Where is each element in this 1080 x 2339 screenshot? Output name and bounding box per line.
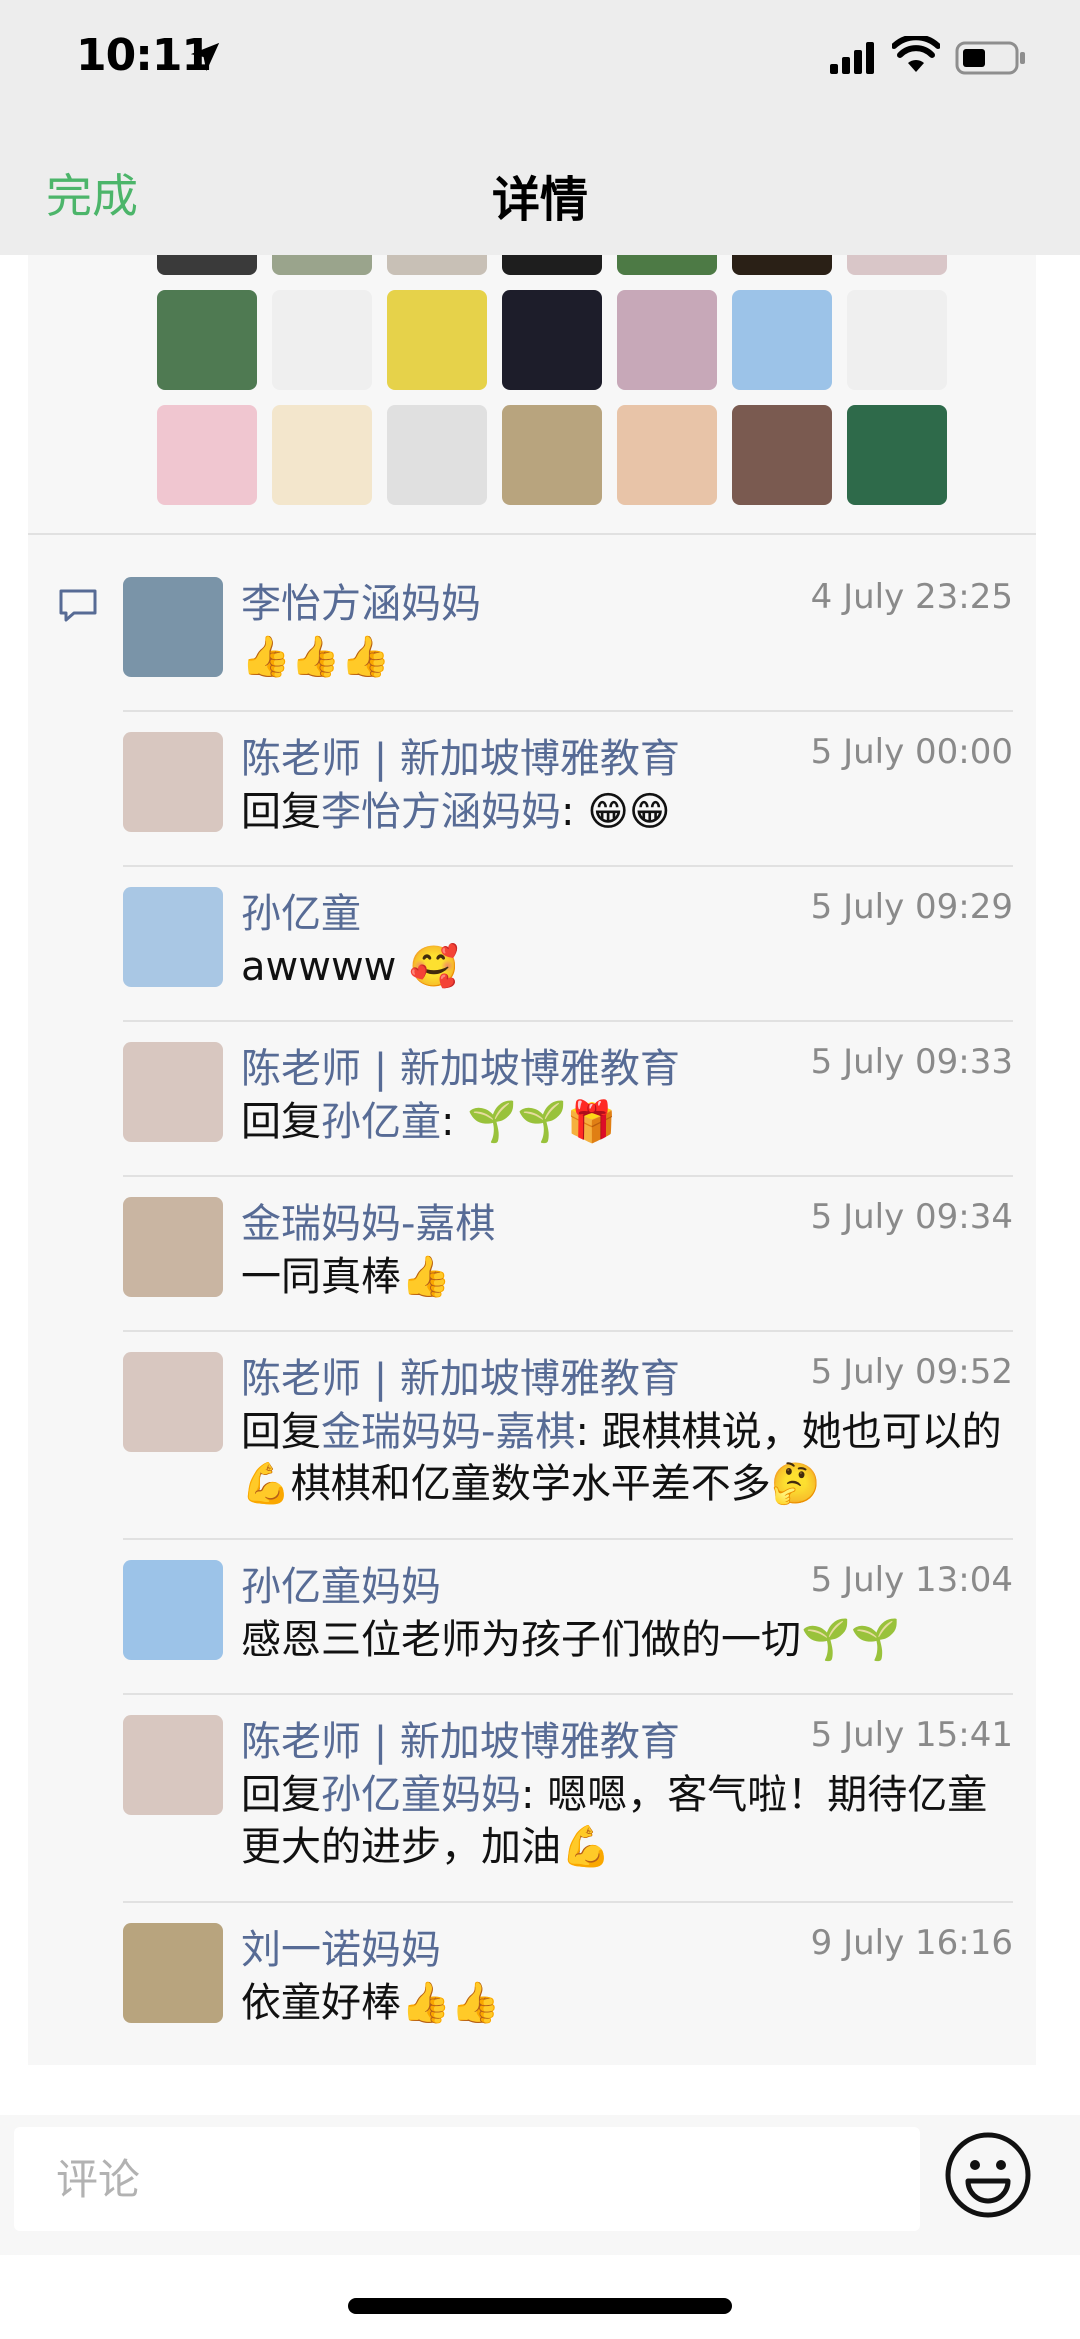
comment-body: 感恩三位老师为孩子们做的一切🌱🌱 [241, 1617, 901, 1663]
reply-prefix: 回复 [241, 1409, 321, 1455]
comment-body: 👍👍👍 [241, 634, 391, 680]
comment-body: awwww 🥰 [241, 944, 459, 990]
comment-bubble-icon [59, 589, 97, 622]
comment-separator [123, 1693, 1013, 1695]
reply-to-name[interactable]: 金瑞妈妈-嘉棋 [321, 1409, 575, 1455]
wifi-icon [892, 36, 940, 72]
liker-avatar[interactable] [732, 405, 832, 505]
reply-prefix: 回复 [241, 1099, 321, 1145]
avatar[interactable] [123, 732, 223, 832]
comment-text: 感恩三位老师为孩子们做的一切🌱🌱 [241, 1614, 1021, 1666]
liker-avatar[interactable] [272, 290, 372, 390]
liker-avatar[interactable] [387, 290, 487, 390]
liker-avatar[interactable] [847, 255, 947, 275]
liker-avatar[interactable] [847, 405, 947, 505]
commenter-name[interactable]: 刘一诺妈妈 [241, 1917, 441, 1975]
comment-separator [123, 710, 1013, 712]
comment-text: 回复孙亿童: 🌱🌱🎁 [241, 1096, 1021, 1148]
commenter-name[interactable]: 陈老师 | 新加坡博雅教育 [241, 1346, 680, 1404]
comment-time: 5 July 09:29 [810, 887, 1013, 927]
liker-avatar[interactable] [272, 405, 372, 505]
liker-avatar[interactable] [617, 290, 717, 390]
comment-time: 5 July 09:33 [810, 1042, 1013, 1082]
commenter-name[interactable]: 陈老师 | 新加坡博雅教育 [241, 726, 680, 784]
comment-time: 5 July 00:00 [810, 732, 1013, 772]
comment-separator [123, 1538, 1013, 1540]
liker-avatar[interactable] [502, 255, 602, 275]
liker-avatar[interactable] [732, 290, 832, 390]
avatar[interactable] [123, 887, 223, 987]
avatar[interactable] [123, 577, 223, 677]
liker-avatar[interactable] [387, 255, 487, 275]
commenter-name[interactable]: 李怡方涵妈妈 [241, 571, 481, 629]
comment-text: 👍👍👍 [241, 631, 1021, 683]
reply-to-name[interactable]: 孙亿童 [321, 1099, 441, 1145]
comment-separator [123, 1901, 1013, 1903]
comment-time: 4 July 23:25 [810, 577, 1013, 617]
divider [28, 533, 1036, 535]
comment-text: 一同真棒👍 [241, 1251, 1021, 1303]
reply-to-name[interactable]: 李怡方涵妈妈 [321, 789, 561, 835]
home-indicator [348, 2298, 732, 2314]
liker-avatar[interactable] [502, 405, 602, 505]
liker-avatar[interactable] [157, 405, 257, 505]
liker-avatar[interactable] [732, 255, 832, 275]
comment-time: 5 July 15:41 [810, 1715, 1013, 1755]
moment-detail: 李怡方涵妈妈 4 July 23:25 👍👍👍 陈老师 | 新加坡博雅教育 5 July… [28, 255, 1036, 2065]
comment-text: 回复金瑞妈妈-嘉棋: 跟棋棋说，她也可以的💪棋棋和亿童数学水平差不多🤔 [241, 1406, 1021, 1510]
avatar[interactable] [123, 1715, 223, 1815]
commenter-name[interactable]: 陈老师 | 新加坡博雅教育 [241, 1036, 680, 1094]
commenter-name[interactable]: 孙亿童妈妈 [241, 1554, 441, 1612]
comment-text: awwww 🥰 [241, 941, 1021, 993]
reply-to-name[interactable]: 孙亿童妈妈 [321, 1772, 521, 1818]
top-bar: 10:11 完成 详情 [0, 0, 1080, 255]
liker-avatar[interactable] [502, 290, 602, 390]
comment-time: 5 July 09:34 [810, 1197, 1013, 1237]
reply-prefix: 回复 [241, 1772, 321, 1818]
page-title: 详情 [491, 172, 588, 228]
avatar[interactable] [123, 1197, 223, 1297]
avatar[interactable] [123, 1560, 223, 1660]
comment-body: 一同真棒👍 [241, 1254, 451, 1300]
battery-icon [955, 41, 1025, 75]
comment-input-bar [0, 2115, 1080, 2255]
liker-avatar[interactable] [387, 405, 487, 505]
cellular-signal-icon [830, 42, 874, 74]
location-arrow-icon [190, 42, 220, 72]
avatar[interactable] [123, 1352, 223, 1452]
liker-avatar[interactable] [847, 290, 947, 390]
comment-time: 9 July 16:16 [810, 1923, 1013, 1963]
comment-time: 5 July 13:04 [810, 1560, 1013, 1600]
liker-avatar[interactable] [617, 255, 717, 275]
comment-separator [123, 1175, 1013, 1177]
liker-avatar[interactable] [617, 405, 717, 505]
comment-body: : 🌱🌱🎁 [441, 1099, 617, 1145]
comment-text: 回复李怡方涵妈妈: 😁😁 [241, 786, 1021, 838]
emoji-icon[interactable] [944, 2131, 1032, 2219]
comment-text: 回复孙亿童妈妈: 嗯嗯，客气啦！期待亿童更大的进步，加油💪 [241, 1769, 1021, 1873]
comment-separator [123, 1020, 1013, 1022]
comment-body: : 😁😁 [561, 789, 671, 835]
comment-input[interactable] [14, 2127, 920, 2231]
likes-avatar-grid [128, 255, 948, 511]
liker-avatar[interactable] [157, 290, 257, 390]
reply-prefix: 回复 [241, 789, 321, 835]
avatar[interactable] [123, 1923, 223, 2023]
commenter-name[interactable]: 金瑞妈妈-嘉棋 [241, 1191, 495, 1249]
liker-avatar[interactable] [157, 255, 257, 275]
liker-avatar[interactable] [272, 255, 372, 275]
commenter-name[interactable]: 陈老师 | 新加坡博雅教育 [241, 1709, 680, 1767]
comment-body: 依童好棒👍👍 [241, 1980, 501, 2026]
comment-separator [123, 1330, 1013, 1332]
avatar[interactable] [123, 1042, 223, 1142]
comment-text: 依童好棒👍👍 [241, 1977, 1021, 2029]
comment-separator [123, 865, 1013, 867]
comment-time: 5 July 09:52 [810, 1352, 1013, 1392]
commenter-name[interactable]: 孙亿童 [241, 881, 361, 939]
